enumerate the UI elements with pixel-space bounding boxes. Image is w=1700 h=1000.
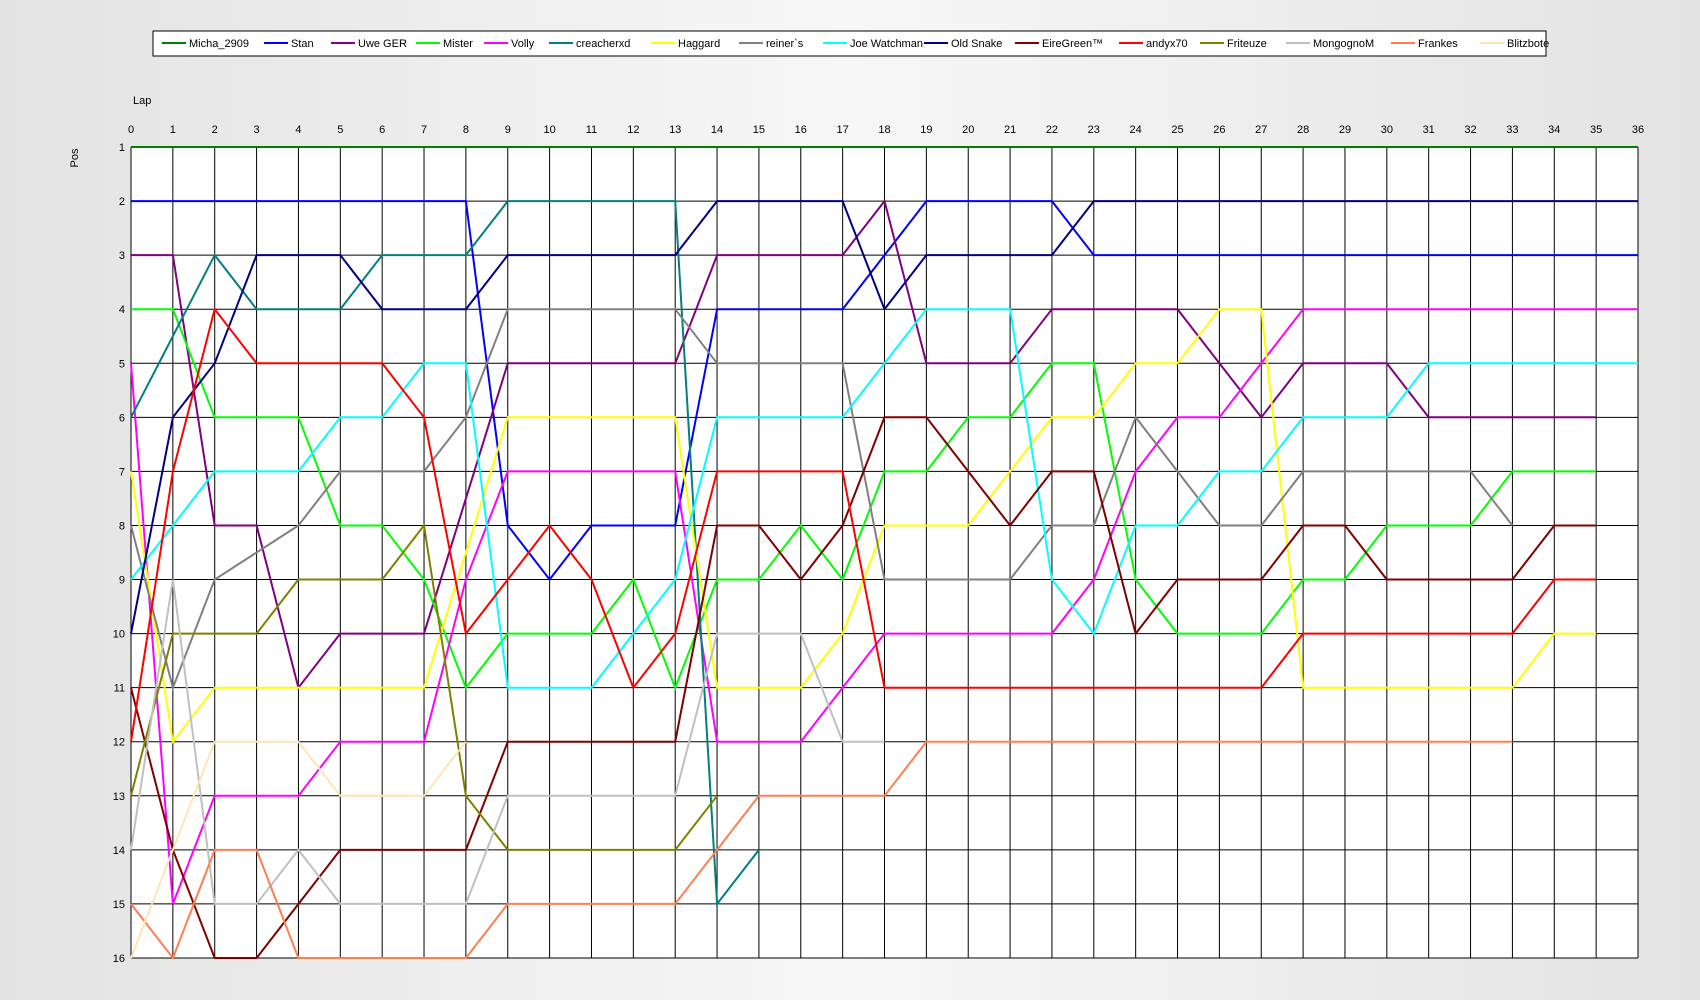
x-tick-label: 36 xyxy=(1632,124,1644,136)
x-tick-label: 22 xyxy=(1046,124,1058,136)
y-tick-label: 9 xyxy=(119,575,125,587)
x-tick-label: 27 xyxy=(1255,124,1267,136)
legend-entry: Joe Watchman xyxy=(850,38,923,50)
y-tick-label: 16 xyxy=(113,953,125,965)
x-tick-label: 11 xyxy=(586,124,597,136)
y-tick-label: 7 xyxy=(119,466,125,478)
y-axis-label: Pos xyxy=(69,148,81,167)
y-tick-label: 4 xyxy=(119,304,125,316)
x-tick-label: 9 xyxy=(505,124,511,136)
x-tick-label: 6 xyxy=(379,124,385,136)
legend-items: Micha_2909 Stan Uwe GER Mister Volly creacher… xyxy=(162,38,1549,50)
y-tick-label: 11 xyxy=(114,683,125,695)
x-tick-label: 15 xyxy=(753,124,765,136)
x-tick-label: 5 xyxy=(337,124,343,136)
legend-entry: Friteuze xyxy=(1227,38,1267,50)
x-tick-label: 12 xyxy=(627,124,639,136)
x-tick-label: 2 xyxy=(212,124,218,136)
y-tick-label: 15 xyxy=(113,899,125,911)
y-tick-label: 14 xyxy=(113,845,125,857)
x-tick-label: 21 xyxy=(1004,124,1016,136)
x-tick-label: 30 xyxy=(1381,124,1393,136)
x-tick-label: 31 xyxy=(1423,124,1435,136)
legend-entry: Haggard xyxy=(678,38,720,50)
x-tick-label: 33 xyxy=(1506,124,1518,136)
y-tick-label: 8 xyxy=(119,520,125,532)
x-tick-label: 26 xyxy=(1213,124,1225,136)
x-tick-label: 35 xyxy=(1590,124,1602,136)
x-tick-label: 34 xyxy=(1548,124,1560,136)
legend: Micha_2909 Stan Uwe GER Mister Volly creacher… xyxy=(152,30,1549,57)
x-tick-label: 19 xyxy=(920,124,932,136)
legend-entry: reiner`s xyxy=(766,38,804,50)
legend-entry: MongognoM xyxy=(1313,38,1374,50)
legend-entry: Stan xyxy=(291,38,314,50)
legend-entry: andyx70 xyxy=(1146,38,1188,50)
x-tick-label: 7 xyxy=(421,124,427,136)
x-tick-label: 20 xyxy=(962,124,974,136)
x-tick-label: 25 xyxy=(1171,124,1183,136)
y-tick-labels: 12345678910111213141516 xyxy=(113,142,125,965)
legend-entry: EireGreen™ xyxy=(1042,38,1103,50)
y-tick-label: 6 xyxy=(119,412,125,424)
x-tick-label: 23 xyxy=(1088,124,1100,136)
legend-entry: Uwe GER xyxy=(358,38,407,50)
x-tick-label: 8 xyxy=(463,124,469,136)
x-tick-label: 32 xyxy=(1464,124,1476,136)
y-tick-label: 10 xyxy=(113,629,125,641)
legend-entry: Volly xyxy=(511,38,535,50)
x-tick-label: 1 xyxy=(170,124,176,136)
x-tick-label: 28 xyxy=(1297,124,1309,136)
x-tick-label: 18 xyxy=(878,124,890,136)
x-tick-label: 17 xyxy=(837,124,849,136)
x-tick-labels: 0 1 2 3 4 5 6 7 8 9 10 11 12 13 14 15 16 17 18 19 20 21 22 23 24… xyxy=(128,124,1644,136)
x-tick-label: 10 xyxy=(543,124,555,136)
y-tick-label: 1 xyxy=(119,142,125,154)
x-tick-label: 13 xyxy=(669,124,681,136)
y-tick-label: 5 xyxy=(119,358,125,370)
x-tick-label: 24 xyxy=(1130,124,1142,136)
plot-area xyxy=(130,146,1639,961)
race-position-chart: Micha_2909 Stan Uwe GER Mister Volly creacher… xyxy=(69,30,1644,965)
x-tick-label: 3 xyxy=(254,124,260,136)
y-tick-label: 13 xyxy=(113,791,125,803)
legend-entry: Micha_2909 xyxy=(189,38,249,50)
y-tick-label: 12 xyxy=(113,737,125,749)
legend-entry: creacherxd xyxy=(576,38,630,50)
x-tick-label: 0 xyxy=(128,124,134,136)
x-tick-label: 4 xyxy=(295,124,301,136)
y-tick-label: 2 xyxy=(119,196,125,208)
legend-entry: Mister xyxy=(443,38,473,50)
x-tick-label: 14 xyxy=(711,124,723,136)
y-tick-label: 3 xyxy=(119,250,125,262)
legend-entry: Frankes xyxy=(1418,38,1458,50)
x-axis-label: Lap xyxy=(133,95,151,107)
legend-entry: Blitzbote xyxy=(1507,38,1549,50)
x-tick-label: 16 xyxy=(795,124,807,136)
legend-entry: Old Snake xyxy=(951,38,1002,50)
x-tick-label: 29 xyxy=(1339,124,1351,136)
